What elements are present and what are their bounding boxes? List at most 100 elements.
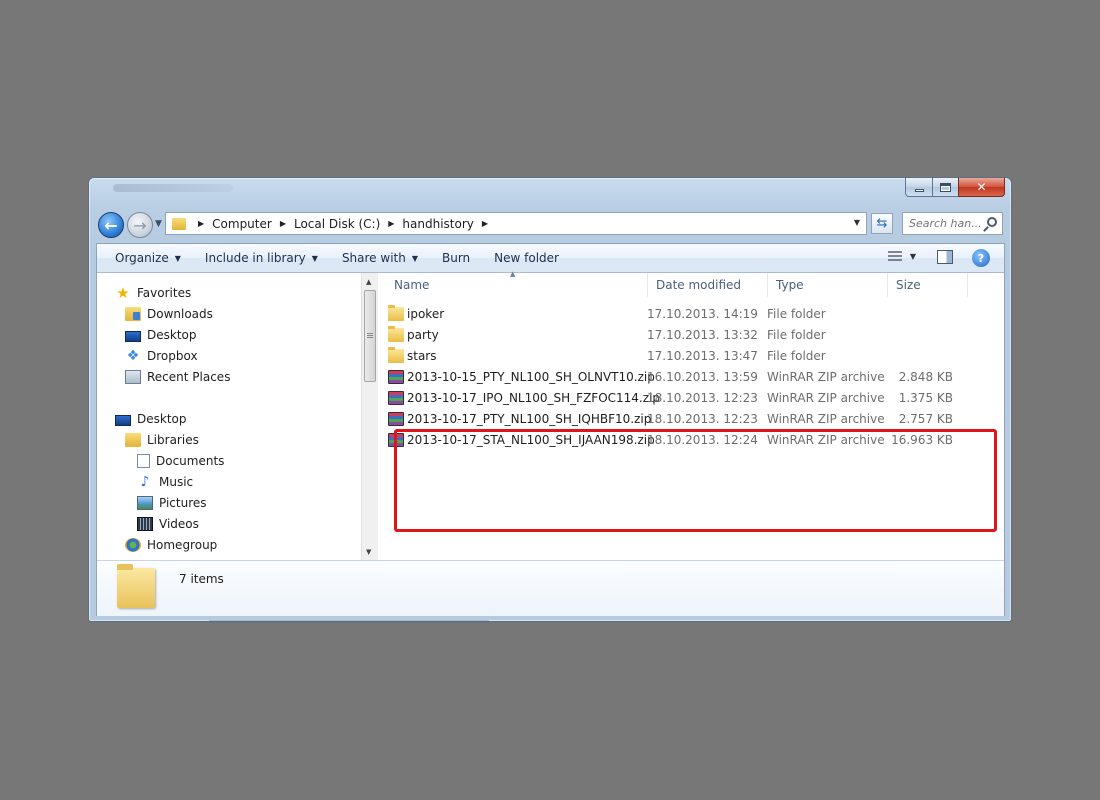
nav-item-downloads[interactable]: Downloads [125,305,213,323]
column-label: Size [896,278,921,292]
winrar-zip-icon [388,433,404,447]
forward-button[interactable]: → [127,212,153,238]
command-bar: Organize ▼ Include in library ▼ Share with… [97,244,1004,273]
refresh-icon: ⇆ [876,216,888,231]
nav-item-recent-places[interactable]: Recent Places [125,368,230,386]
back-arrow-icon: ← [104,215,118,235]
share-label: Share with [341,251,406,265]
file-name: ipoker [407,307,445,321]
breadcrumb-handhistory[interactable]: handhistory [402,217,473,231]
window-shadow [209,620,489,623]
search-icon[interactable] [987,217,997,227]
nav-label: Dropbox [147,349,198,363]
nav-item-videos[interactable]: Videos [137,515,199,533]
nav-item-libraries[interactable]: Libraries [125,431,199,449]
nav-label: Documents [156,454,225,468]
file-row[interactable]: stars 17.10.2013. 13:47 File folder [386,347,986,367]
file-row[interactable]: 2013-10-17_IPO_NL100_SH_FZFOC114.zip 18.1… [386,389,986,409]
file-size: 1.375 KB [898,391,953,405]
nav-label: Desktop [147,328,197,342]
address-bar[interactable]: ▶ Computer ▶ Local Disk (C:) ▶ handhisto… [165,212,867,235]
chevron-right-icon[interactable]: ▶ [280,219,286,228]
downloads-folder-icon [125,307,141,321]
nav-item-pictures[interactable]: Pictures [137,494,207,512]
nav-item-desktop-root[interactable]: Desktop [115,410,187,428]
search-box[interactable] [902,212,1003,235]
new-folder-label: New folder [494,251,559,265]
navigation-pane: ★ Favorites Downloads Desktop ❖ Dropbox Re… [97,273,378,560]
help-button[interactable]: ? [972,249,990,267]
chevron-down-icon: ▼ [411,253,418,263]
file-date-modified: 17.10.2013. 14:19 [647,307,758,321]
maximize-icon [940,182,951,192]
preview-pane-button[interactable] [937,250,953,264]
nav-item-desktop[interactable]: Desktop [125,326,197,344]
nav-label: Homegroup [147,538,218,552]
burn-button[interactable]: Burn [430,251,482,265]
chevron-right-icon[interactable]: ▶ [388,219,394,228]
caption-buttons: ✕ [905,178,1005,198]
file-date-modified: 18.10.2013. 12:23 [647,412,758,426]
title-bar [113,184,233,192]
file-name: 2013-10-17_IPO_NL100_SH_FZFOC114.zip [407,391,660,405]
file-type: WinRAR ZIP archive [767,412,885,426]
share-with-button[interactable]: Share with ▼ [330,251,430,265]
nav-item-dropbox[interactable]: ❖ Dropbox [125,347,198,365]
chevron-right-icon[interactable]: ▶ [198,219,204,228]
close-button[interactable]: ✕ [958,178,1005,197]
file-type: WinRAR ZIP archive [767,370,885,384]
minimize-button[interactable] [905,178,932,197]
videos-icon [137,517,153,531]
change-view-button[interactable]: ▼ [887,251,916,262]
chevron-right-icon[interactable]: ▶ [482,219,488,228]
file-row[interactable]: ipoker 17.10.2013. 14:19 File folder [386,305,986,325]
search-input[interactable] [909,217,983,230]
file-date-modified: 18.10.2013. 12:23 [647,391,758,405]
column-header-type[interactable]: Type [768,273,888,297]
help-icon: ? [977,251,985,265]
file-date-modified: 18.10.2013. 12:24 [647,433,758,447]
maximize-button[interactable] [932,178,958,197]
nav-item-favorites[interactable]: ★ Favorites [115,284,191,302]
scroll-up-icon[interactable]: ▲ [366,278,371,286]
details-pane: 7 items [97,560,1004,616]
pictures-icon [137,496,153,510]
documents-icon [137,454,150,468]
chevron-down-icon: ▼ [909,252,916,261]
close-icon: ✕ [976,180,987,194]
file-size: 2.757 KB [898,412,953,426]
file-type: WinRAR ZIP archive [767,391,885,405]
file-type: File folder [767,328,826,342]
nav-label: Videos [159,517,199,531]
column-header-date[interactable]: Date modified [648,273,768,297]
breadcrumb-computer[interactable]: Computer [212,217,272,231]
refresh-button[interactable]: ⇆ [871,213,893,234]
file-size: 2.848 KB [898,370,953,384]
file-row[interactable]: 2013-10-15_PTY_NL100_SH_OLNVT10.zip 16.10… [386,368,986,388]
organize-label: Organize [115,251,169,265]
column-header-name[interactable]: Name ▲ [386,270,648,297]
organize-button[interactable]: Organize ▼ [97,251,193,265]
homegroup-icon [125,538,141,552]
nav-label: Desktop [137,412,187,426]
nav-item-music[interactable]: ♪ Music [137,473,194,491]
back-button[interactable]: ← [98,212,124,238]
file-list: Name ▲ Date modified Type Size ipoker 17.1… [378,270,1004,560]
include-in-library-button[interactable]: Include in library ▼ [193,251,330,265]
nav-label: Libraries [147,433,199,447]
scrollbar-thumb[interactable] [364,290,376,382]
folder-icon [388,305,404,321]
breadcrumb-local-disk[interactable]: Local Disk (C:) [294,217,380,231]
scroll-down-icon[interactable]: ▼ [366,548,371,556]
new-folder-button[interactable]: New folder [482,251,571,265]
file-row[interactable]: 2013-10-17_STA_NL100_SH_IJAAN198.zip 18.1… [386,431,986,451]
navigation-scrollbar[interactable]: ▲ ▼ [361,273,378,560]
sort-ascending-icon: ▲ [510,270,516,278]
file-row[interactable]: party 17.10.2013. 13:32 File folder [386,326,986,346]
recent-pages-dropdown[interactable]: ▼ [155,219,162,229]
nav-item-documents[interactable]: Documents [137,452,224,470]
column-header-size[interactable]: Size [888,273,968,297]
file-row[interactable]: 2013-10-17_PTY_NL100_SH_IQHBF10.zip 18.10… [386,410,986,430]
address-history-dropdown[interactable]: ▼ [854,218,860,227]
nav-item-homegroup[interactable]: Homegroup [125,536,217,554]
